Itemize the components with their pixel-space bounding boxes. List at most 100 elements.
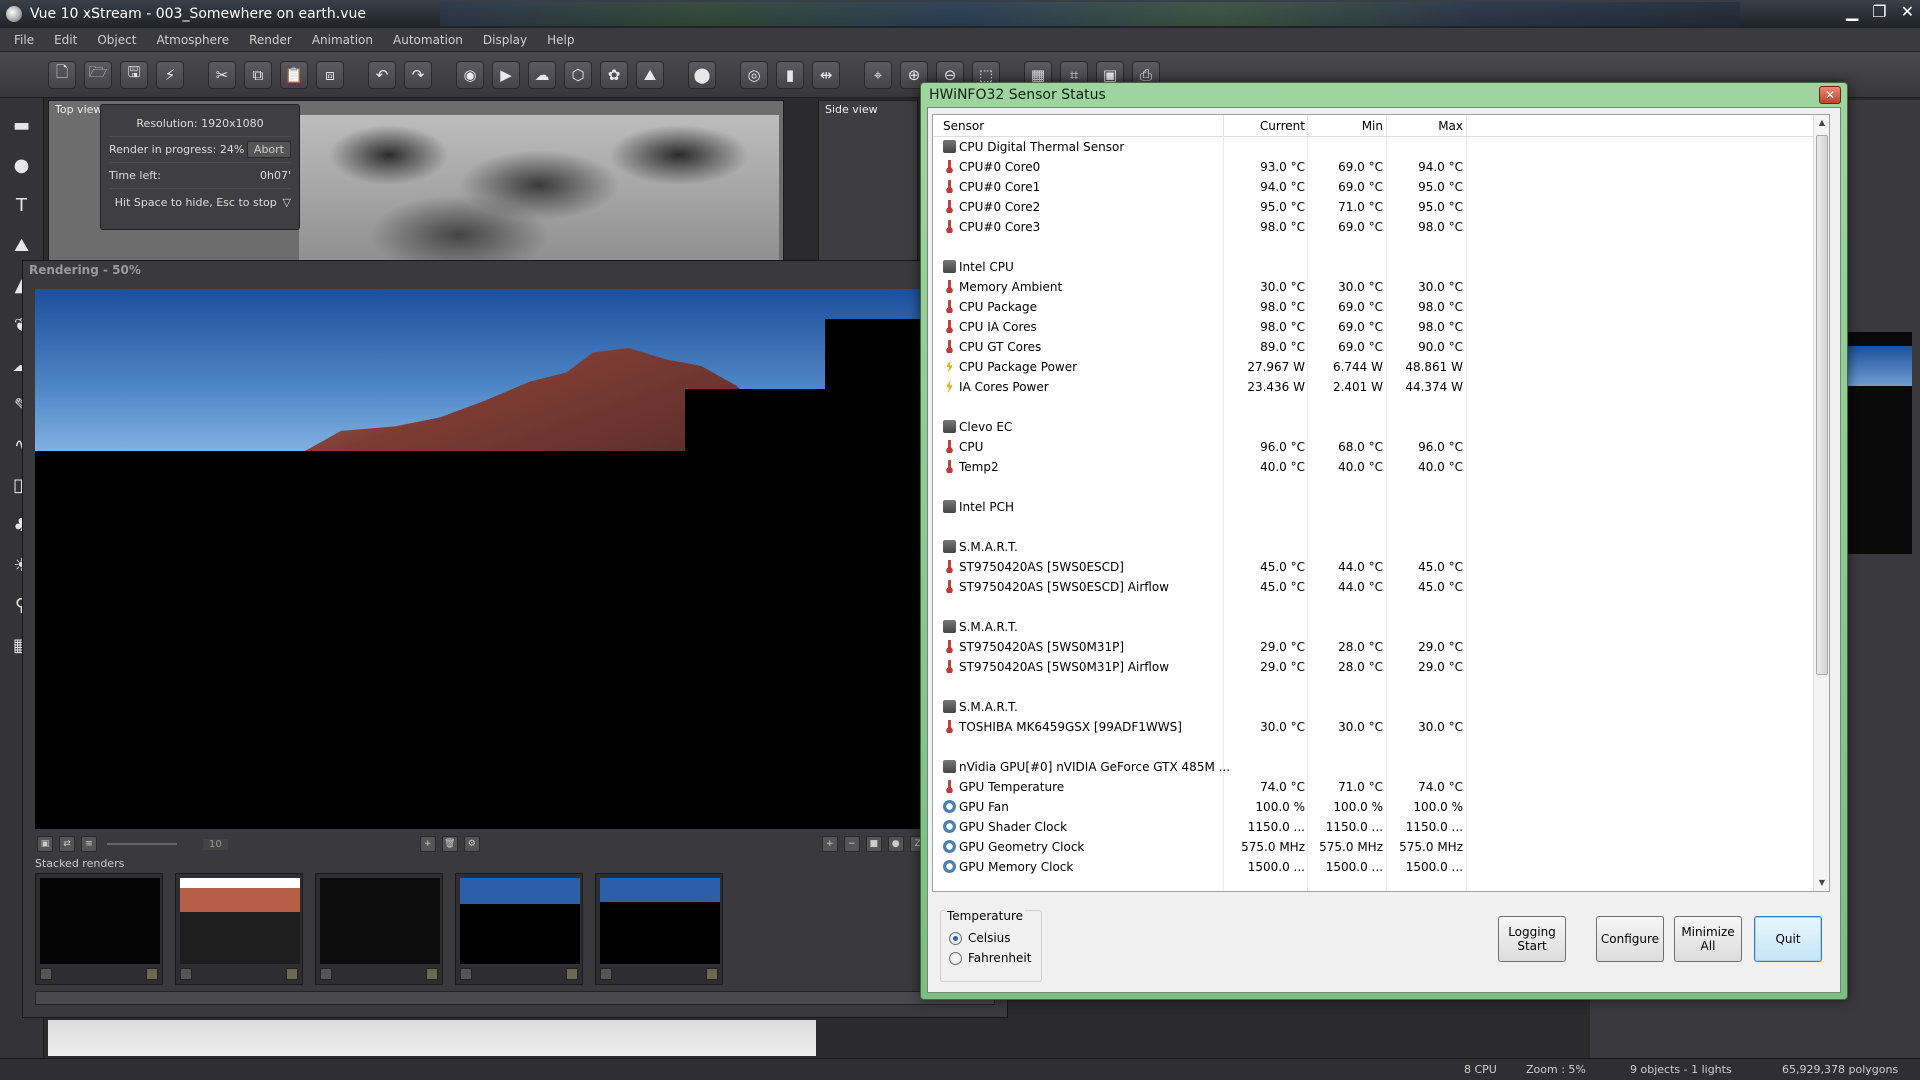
column-sensor[interactable]: Sensor bbox=[943, 119, 1223, 133]
sensor-row[interactable]: GPU Geometry Clock 575.0 MHz 575.0 MHz 575.… bbox=[933, 837, 1813, 857]
levels-icon[interactable]: ≡ bbox=[81, 836, 97, 852]
stacked-render-thumb[interactable] bbox=[315, 873, 443, 985]
menu-object[interactable]: Object bbox=[97, 33, 136, 47]
paste-icon[interactable]: 📋 bbox=[280, 60, 308, 89]
menu-edit[interactable]: Edit bbox=[54, 33, 77, 47]
maximize-icon[interactable]: ❐ bbox=[1872, 2, 1886, 21]
stacked-render-thumb[interactable] bbox=[175, 873, 303, 985]
sensor-row[interactable]: ST9750420AS [5WS0ESCD] Airflow 45.0 °C 44.… bbox=[933, 577, 1813, 597]
compare-icon[interactable]: ⇄ bbox=[59, 836, 75, 852]
save-icon[interactable]: 🖫 bbox=[120, 60, 148, 89]
sensor-group-row[interactable]: Intel PCH bbox=[933, 497, 1813, 517]
alpha-icon[interactable]: ● bbox=[887, 836, 904, 852]
column-min[interactable]: Min bbox=[1309, 119, 1383, 133]
align-icon[interactable]: ▮ bbox=[776, 60, 804, 89]
column-max[interactable]: Max bbox=[1389, 119, 1463, 133]
scrollbar-thumb[interactable] bbox=[1816, 135, 1828, 675]
open-folder-icon[interactable]: 🗁 bbox=[84, 60, 112, 89]
minimize-all-button[interactable]: Minimize All bbox=[1674, 916, 1742, 962]
sensor-row[interactable]: GPU Shader Clock 1150.0 ... 1150.0 ... 1150… bbox=[933, 817, 1813, 837]
render-icon[interactable]: ◉ bbox=[456, 60, 484, 89]
frame-slider[interactable] bbox=[107, 843, 177, 845]
redo-icon[interactable]: ↷ bbox=[404, 60, 432, 89]
sensor-group-row[interactable]: S.M.A.R.T. bbox=[933, 697, 1813, 717]
copy-icon[interactable]: ⧉ bbox=[244, 60, 272, 89]
undo-icon[interactable]: ↶ bbox=[368, 60, 396, 89]
celsius-radio[interactable] bbox=[949, 931, 962, 945]
stacked-render-thumb[interactable] bbox=[595, 873, 723, 985]
zoom-in-render-icon[interactable]: + bbox=[821, 836, 838, 852]
cut-icon[interactable]: ✂ bbox=[208, 60, 236, 89]
mountain-icon[interactable]: ⛰ bbox=[7, 230, 37, 260]
delete-stack-icon[interactable]: 🗑 bbox=[441, 836, 458, 852]
sensor-row[interactable]: ST9750420AS [5WS0M31P] 29.0 °C 28.0 °C 29.0… bbox=[933, 637, 1813, 657]
sensor-group-row[interactable]: Intel CPU bbox=[933, 257, 1813, 277]
sensor-group-row[interactable]: S.M.A.R.T. bbox=[933, 537, 1813, 557]
side-viewport[interactable]: Side view bbox=[818, 100, 918, 262]
sensor-row[interactable]: CPU Package Power 27.967 W 6.744 W 48.861 W bbox=[933, 357, 1813, 377]
sensor-row[interactable]: TOSHIBA MK6459GSX [99ADF1WWS] 30.0 °C 30.0… bbox=[933, 717, 1813, 737]
column-current[interactable]: Current bbox=[1229, 119, 1305, 133]
sensor-row[interactable]: CPU GT Cores 89.0 °C 69.0 °C 90.0 °C bbox=[933, 337, 1813, 357]
zoom-fit-icon[interactable]: ⌖ bbox=[864, 60, 892, 89]
scroll-up-icon[interactable]: ▲ bbox=[1814, 115, 1829, 131]
object-icon[interactable]: ⬡ bbox=[564, 60, 592, 89]
terrain-icon[interactable]: ⛰ bbox=[636, 60, 664, 89]
sensor-group-row[interactable]: CPU Digital Thermal Sensor bbox=[933, 137, 1813, 157]
menu-file[interactable]: File bbox=[14, 33, 34, 47]
mirror-icon[interactable]: ⇹ bbox=[812, 60, 840, 89]
menu-display[interactable]: Display bbox=[483, 33, 527, 47]
close-icon[interactable]: ✕ bbox=[1901, 2, 1914, 21]
camera-icon[interactable]: ◎ bbox=[740, 60, 768, 89]
fahrenheit-radio[interactable] bbox=[949, 951, 962, 965]
sensor-row[interactable]: GPU Fan 100.0 % 100.0 % 100.0 % bbox=[933, 797, 1813, 817]
scroll-down-icon[interactable]: ▼ bbox=[1814, 875, 1829, 891]
collapse-icon[interactable]: ▽ bbox=[283, 196, 291, 209]
menu-atmosphere[interactable]: Atmosphere bbox=[156, 33, 229, 47]
sensor-row[interactable]: CPU IA Cores 98.0 °C 69.0 °C 98.0 °C bbox=[933, 317, 1813, 337]
atmosphere-icon[interactable]: ☁ bbox=[528, 60, 556, 89]
sensor-row[interactable]: Memory Ambient 30.0 °C 30.0 °C 30.0 °C bbox=[933, 277, 1813, 297]
sensor-row[interactable]: IA Cores Power 23.436 W 2.401 W 44.374 W bbox=[933, 377, 1813, 397]
menu-automation[interactable]: Automation bbox=[393, 33, 463, 47]
sphere-icon[interactable]: ● bbox=[7, 150, 37, 180]
stacked-render-thumb[interactable] bbox=[455, 873, 583, 985]
sensor-table[interactable]: Sensor Current Min Max CPU Digital Therm… bbox=[932, 114, 1830, 892]
sensor-row[interactable]: CPU#0 Core3 98.0 °C 69.0 °C 98.0 °C bbox=[933, 217, 1813, 237]
water-plane-icon[interactable]: ▬ bbox=[7, 110, 37, 140]
sensor-row[interactable]: Temp2 40.0 °C 40.0 °C 40.0 °C bbox=[933, 457, 1813, 477]
new-file-icon[interactable]: 🗋 bbox=[48, 60, 76, 89]
sensor-row[interactable]: CPU Package 98.0 °C 69.0 °C 98.0 °C bbox=[933, 297, 1813, 317]
plant-icon[interactable]: ✿ bbox=[600, 60, 628, 89]
fahrenheit-option[interactable]: Fahrenheit bbox=[949, 951, 1031, 965]
materials-icon[interactable]: ⬤ bbox=[688, 60, 716, 89]
sensor-group-row[interactable]: nVidia GPU[#0] nVIDIA GeForce GTX 485M .… bbox=[933, 757, 1813, 777]
duplicate-icon[interactable]: ⧈ bbox=[316, 60, 344, 89]
zoom-out-render-icon[interactable]: − bbox=[843, 836, 860, 852]
sensor-row[interactable]: ST9750420AS [5WS0ESCD] 45.0 °C 44.0 °C 45.0… bbox=[933, 557, 1813, 577]
minimize-icon[interactable]: ▁ bbox=[1846, 2, 1858, 21]
add-stack-icon[interactable]: + bbox=[419, 836, 436, 852]
render-area-icon[interactable]: ▶ bbox=[492, 60, 520, 89]
menu-render[interactable]: Render bbox=[249, 33, 292, 47]
sensor-group-row[interactable]: S.M.A.R.T. bbox=[933, 617, 1813, 637]
settings-stack-icon[interactable]: ⚙ bbox=[463, 836, 480, 852]
sensor-row[interactable]: CPU#0 Core1 94.0 °C 69.0 °C 95.0 °C bbox=[933, 177, 1813, 197]
sensor-vertical-scrollbar[interactable]: ▲ ▼ bbox=[1813, 115, 1829, 891]
menu-animation[interactable]: Animation bbox=[312, 33, 373, 47]
sensor-row[interactable]: ST9750420AS [5WS0M31P] Airflow 29.0 °C 28.… bbox=[933, 657, 1813, 677]
sensor-row[interactable]: GPU Memory Clock 1500.0 ... 1500.0 ... 1500… bbox=[933, 857, 1813, 877]
abort-button[interactable]: Abort bbox=[246, 141, 291, 158]
export-icon[interactable]: ⚡ bbox=[156, 60, 184, 89]
sensor-row[interactable]: CPU#0 Core0 93.0 °C 69.0 °C 94.0 °C bbox=[933, 157, 1813, 177]
sensor-row[interactable]: CPU#0 Core2 95.0 °C 71.0 °C 95.0 °C bbox=[933, 197, 1813, 217]
text-icon[interactable]: T bbox=[7, 190, 37, 220]
render-horizontal-scrollbar[interactable] bbox=[35, 991, 995, 1005]
close-icon[interactable]: ✕ bbox=[1819, 86, 1841, 104]
stack-icon[interactable]: ▣ bbox=[37, 836, 53, 852]
frame-input[interactable]: 10 bbox=[203, 838, 228, 850]
configure-button[interactable]: Configure bbox=[1596, 916, 1664, 962]
quit-button[interactable]: Quit bbox=[1754, 916, 1822, 962]
celsius-option[interactable]: Celsius bbox=[949, 931, 1011, 945]
stacked-render-thumb[interactable] bbox=[35, 873, 163, 985]
